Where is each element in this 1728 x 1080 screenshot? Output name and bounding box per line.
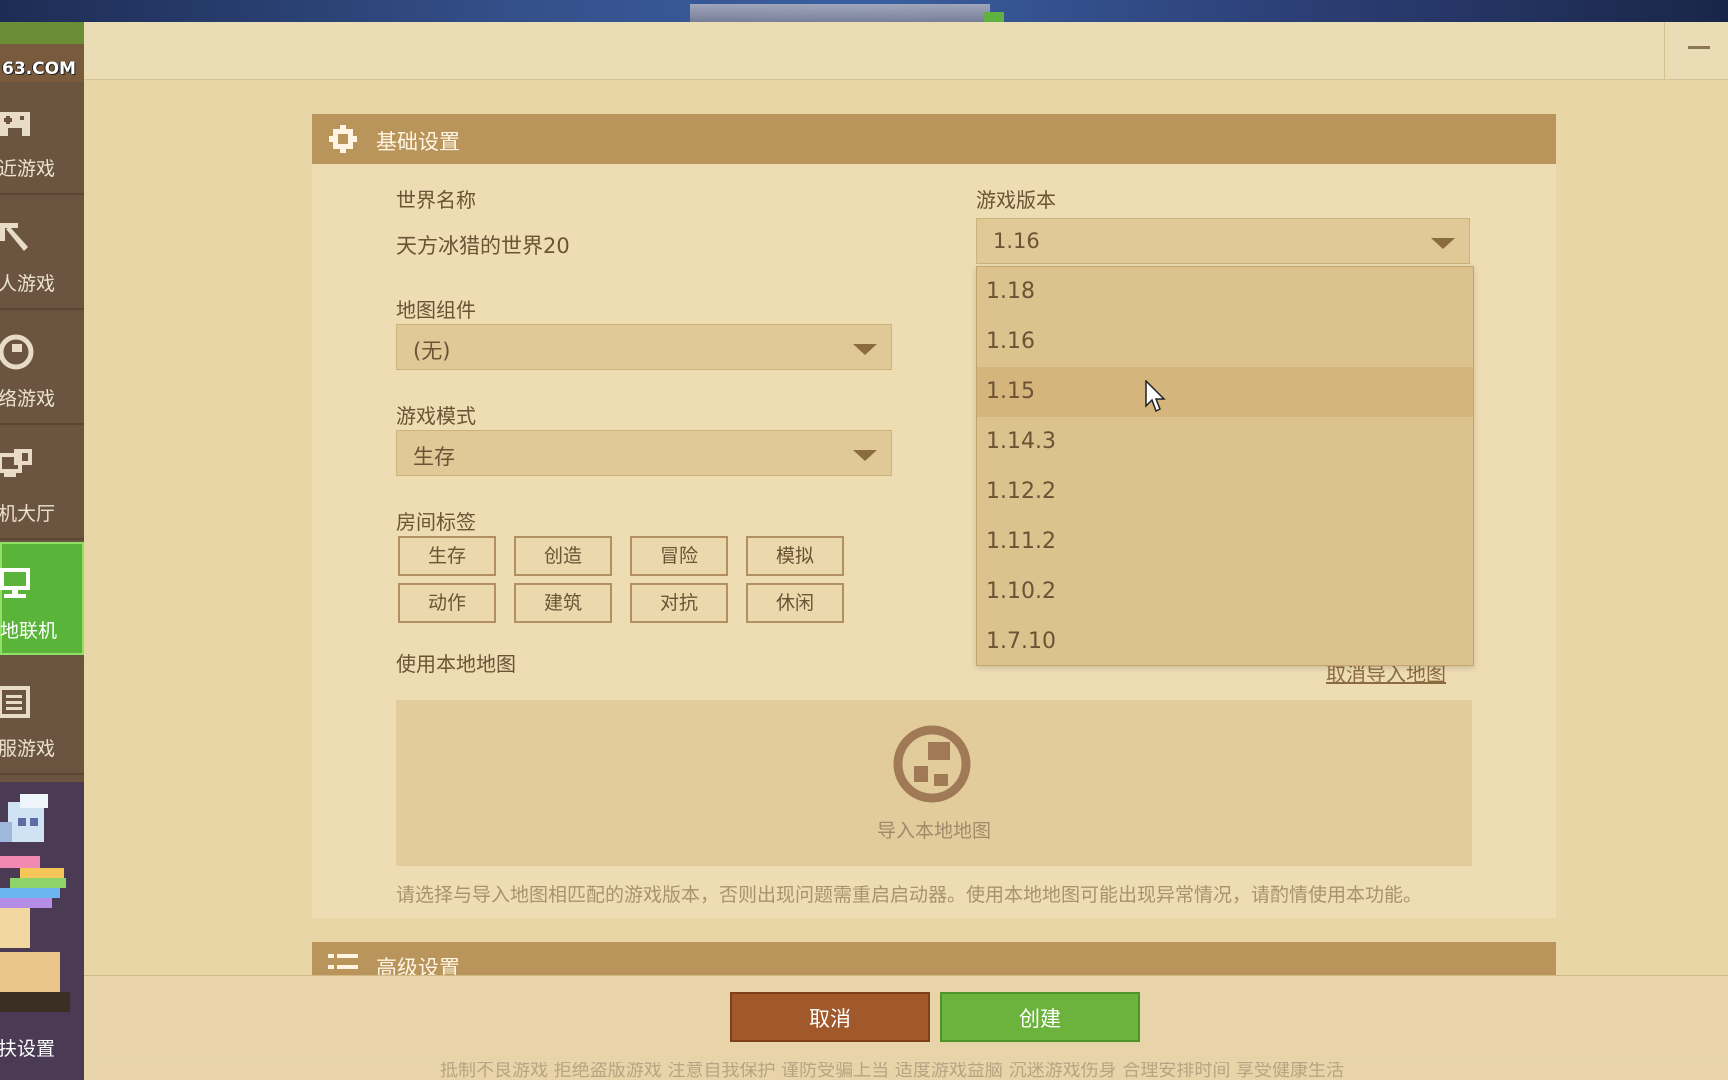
version-option-hovered[interactable]: 1.15 [977, 367, 1473, 417]
sidebar-item-label: 服游戏 [0, 738, 56, 760]
sidebar-item-label: 机大厅 [0, 503, 56, 525]
version-option[interactable]: 1.16 [977, 317, 1473, 367]
room-tags-label: 房间标签 [396, 510, 476, 534]
chevron-down-icon [853, 344, 877, 355]
game-version-dropdown[interactable]: 1.18 1.16 1.15 1.14.3 1.12.2 1.11.2 1.10… [976, 266, 1474, 666]
sidebar-settings-label: 扶设置 [0, 1038, 56, 1060]
import-map-text: 导入本地地图 [876, 820, 991, 842]
mouse-cursor-icon [1145, 380, 1166, 413]
version-option[interactable]: 1.12.2 [977, 467, 1473, 517]
gamepad-icon [0, 112, 30, 136]
sidebar-item-local-network[interactable]: 地联机 [0, 542, 84, 655]
tag-button[interactable]: 动作 [398, 583, 496, 623]
game-version-select[interactable]: 1.16 [976, 218, 1470, 264]
tag-button[interactable]: 建筑 [514, 583, 612, 623]
logo-text: 63.COM [2, 59, 76, 79]
globe-icon [0, 334, 34, 370]
sidebar-item-recent-games[interactable]: 近游戏 [0, 82, 84, 195]
tag-button[interactable]: 对抗 [630, 583, 728, 623]
sidebar: 63.COM 近游戏 人游戏 络游戏 机大厅 地联机 服游戏 扶设置 [0, 22, 84, 1080]
sidebar-item-label: 络游戏 [0, 388, 56, 410]
minimize-icon[interactable] [1688, 46, 1710, 49]
select-value: 生存 [413, 445, 455, 469]
list-icon [0, 686, 30, 718]
disclaimer-text: 抵制不良游戏 拒绝盗版游戏 注意自我保护 谨防受骗上当 适度游戏益脑 沉迷游戏伤… [440, 1062, 1345, 1080]
footer-bar: 取消 创建 [84, 975, 1728, 1061]
import-map-dropzone[interactable]: 导入本地地图 [396, 700, 1472, 866]
version-option[interactable]: 1.18 [977, 267, 1473, 317]
version-option[interactable]: 1.10.2 [977, 567, 1473, 617]
map-component-label: 地图组件 [396, 298, 476, 322]
health-disclaimer: 抵制不良游戏 拒绝盗版游戏 注意自我保护 谨防受骗上当 适度游戏益脑 沉迷游戏伤… [84, 1062, 1728, 1080]
banner-title-glow [690, 4, 990, 22]
world-name-label: 世界名称 [396, 188, 476, 212]
tag-button[interactable]: 休闲 [746, 583, 844, 623]
version-option[interactable]: 1.7.10 [977, 617, 1473, 667]
map-component-select[interactable]: (无) [396, 324, 892, 370]
header-separator [1664, 22, 1665, 80]
tag-button[interactable]: 冒险 [630, 536, 728, 576]
game-version-label: 游戏版本 [976, 188, 1056, 212]
select-value: 1.16 [993, 229, 1040, 253]
sidebar-item-label: 近游戏 [0, 158, 56, 180]
tag-button[interactable]: 创造 [514, 536, 612, 576]
section-title: 基础设置 [376, 130, 460, 154]
chevron-down-icon [1431, 238, 1455, 249]
create-button[interactable]: 创建 [940, 992, 1140, 1042]
gear-icon [329, 125, 357, 153]
version-hint-text: 请选择与导入地图相匹配的游戏版本，否则出现问题需重启启动器。使用本地地图可能出现… [396, 884, 1423, 906]
pickaxe-icon [0, 223, 28, 251]
sidebar-settings-art[interactable]: 扶设置 [0, 782, 84, 1080]
game-mode-label: 游戏模式 [396, 404, 476, 428]
world-name-value[interactable]: 天方冰猎的世界20 [396, 230, 570, 260]
version-option[interactable]: 1.11.2 [977, 517, 1473, 567]
window-header [84, 22, 1728, 80]
version-option[interactable]: 1.14.3 [977, 417, 1473, 467]
cancel-button[interactable]: 取消 [730, 992, 930, 1042]
basic-settings-header: 基础设置 [312, 114, 1556, 164]
tag-button[interactable]: 模拟 [746, 536, 844, 576]
sidebar-item-single-player[interactable]: 人游戏 [0, 197, 84, 310]
sidebar-item-server-games[interactable]: 服游戏 [0, 662, 84, 775]
monitor-icon [0, 449, 32, 477]
sidebar-item-label: 地联机 [0, 620, 58, 642]
banner-green-block [984, 12, 1004, 22]
sidebar-item-label: 人游戏 [0, 273, 56, 295]
tag-button[interactable]: 生存 [398, 536, 496, 576]
sidebar-item-lobby[interactable]: 机大厅 [0, 427, 84, 540]
chevron-down-icon [853, 450, 877, 461]
window-top-banner [0, 0, 1728, 22]
local-network-icon [0, 568, 30, 598]
game-mode-select[interactable]: 生存 [396, 430, 892, 476]
sidebar-item-online-games[interactable]: 络游戏 [0, 312, 84, 425]
globe-icon [893, 725, 971, 803]
local-map-label: 使用本地地图 [396, 652, 516, 676]
select-value: (无) [413, 339, 451, 363]
logo: 63.COM [0, 22, 84, 82]
